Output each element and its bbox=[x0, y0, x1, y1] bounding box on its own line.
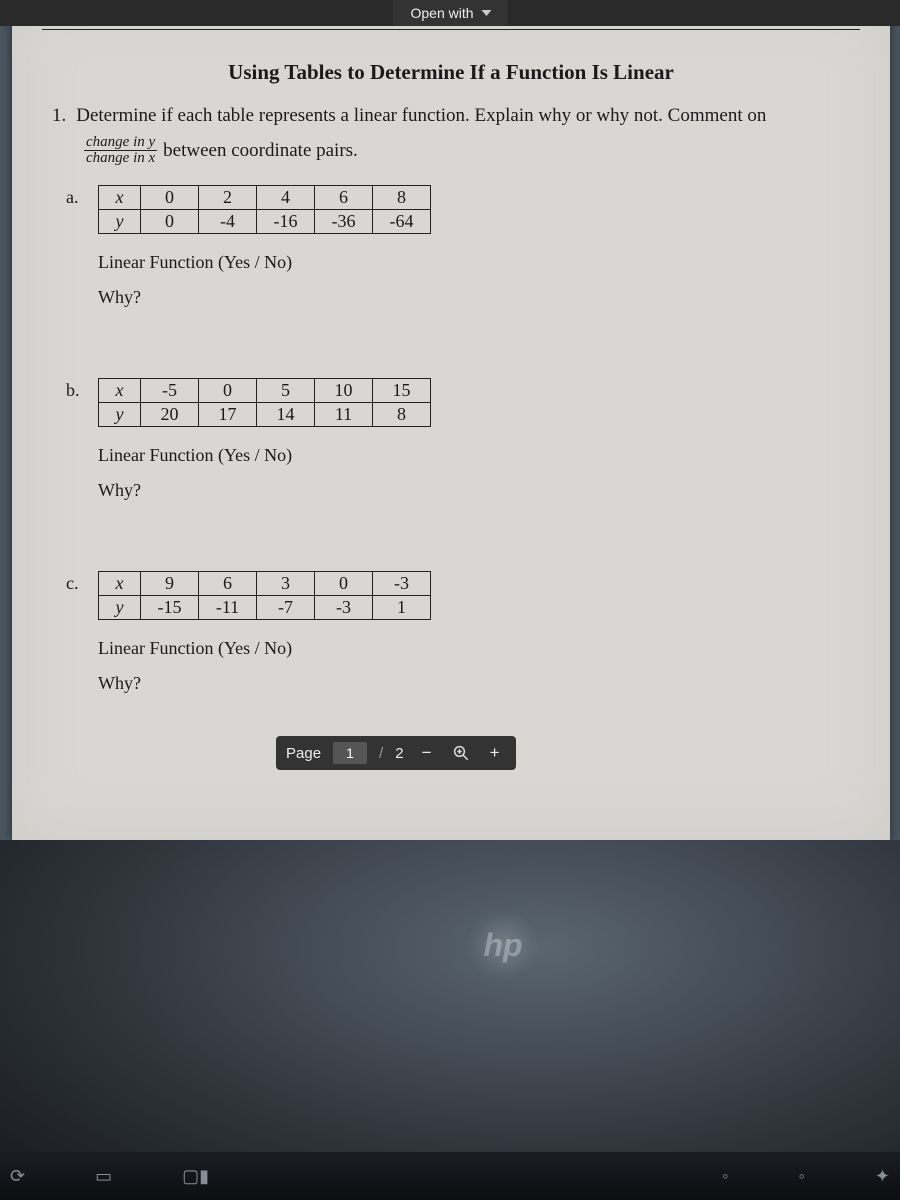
linear-function-prompt: Linear Function (Yes / No) bbox=[98, 638, 860, 659]
why-prompt: Why? bbox=[98, 287, 860, 308]
fraction-rest-text: between coordinate pairs. bbox=[163, 140, 358, 162]
refresh-icon[interactable]: ⟳ bbox=[10, 1166, 25, 1187]
tray-icon[interactable]: ◦ bbox=[799, 1166, 805, 1187]
zoom-reset-button[interactable] bbox=[450, 744, 472, 762]
tray-icon[interactable]: ✦ bbox=[875, 1166, 890, 1187]
problem-b: b. x -5 0 5 10 15 y 20 17 14 11 8 bbox=[98, 378, 860, 501]
fraction: change in y change in x bbox=[84, 135, 157, 168]
problem-a: a. x 0 2 4 6 8 y 0 -4 -16 -36 -64 bbox=[98, 185, 860, 308]
table-a: x 0 2 4 6 8 y 0 -4 -16 -36 -64 bbox=[98, 185, 431, 234]
table-row: x 0 2 4 6 8 bbox=[99, 186, 431, 210]
desk-background: hp ⟳ ▭ ▢▮ ◦ ◦ ✦ bbox=[0, 840, 900, 1200]
page-word: Page bbox=[286, 745, 321, 762]
problem-label: c. bbox=[66, 573, 79, 594]
document-page: Name: Date: Page 1 of 2 Using Tables to … bbox=[12, 0, 890, 840]
why-prompt: Why? bbox=[98, 480, 860, 501]
page-number-input[interactable] bbox=[333, 742, 367, 764]
problem-label: b. bbox=[66, 380, 80, 401]
problems-container: a. x 0 2 4 6 8 y 0 -4 -16 -36 -64 bbox=[98, 185, 860, 694]
tray-icon[interactable]: ◦ bbox=[722, 1166, 728, 1187]
chevron-down-icon bbox=[482, 10, 492, 16]
taskbar[interactable]: ⟳ ▭ ▢▮ ◦ ◦ ✦ bbox=[0, 1152, 900, 1200]
open-with-dropdown[interactable]: Open with bbox=[392, 0, 507, 26]
magnifier-icon bbox=[452, 744, 470, 762]
task-view-icon[interactable]: ▭ bbox=[95, 1166, 112, 1187]
table-row: x -5 0 5 10 15 bbox=[99, 379, 431, 403]
table-row: y 0 -4 -16 -36 -64 bbox=[99, 210, 431, 234]
table-row: x 9 6 3 0 -3 bbox=[99, 572, 431, 596]
problem-c: c. x 9 6 3 0 -3 y -15 -11 -7 -3 1 bbox=[98, 571, 860, 694]
page-separator: / bbox=[379, 745, 383, 762]
page-title: Using Tables to Determine If a Function … bbox=[42, 60, 860, 85]
table-c: x 9 6 3 0 -3 y -15 -11 -7 -3 1 bbox=[98, 571, 431, 620]
linear-function-prompt: Linear Function (Yes / No) bbox=[98, 252, 860, 273]
fraction-line: change in y change in x between coordina… bbox=[84, 135, 860, 168]
zoom-in-button[interactable]: + bbox=[484, 743, 506, 763]
question-number: 1. bbox=[52, 105, 66, 126]
why-prompt: Why? bbox=[98, 673, 860, 694]
table-b: x -5 0 5 10 15 y 20 17 14 11 8 bbox=[98, 378, 431, 427]
problem-label: a. bbox=[66, 187, 79, 208]
open-with-label: Open with bbox=[410, 5, 473, 21]
table-row: y 20 17 14 11 8 bbox=[99, 403, 431, 427]
fraction-denominator: change in x bbox=[84, 151, 157, 167]
question-text: Determine if each table represents a lin… bbox=[76, 105, 766, 126]
hp-logo: hp bbox=[468, 910, 538, 980]
linear-function-prompt: Linear Function (Yes / No) bbox=[98, 445, 860, 466]
pdf-page-toolbar: Page / 2 − + bbox=[276, 736, 516, 770]
question-1: 1. Determine if each table represents a l… bbox=[52, 103, 860, 129]
page-total: 2 bbox=[395, 745, 403, 762]
fraction-numerator: change in y bbox=[84, 135, 157, 152]
table-row: y -15 -11 -7 -3 1 bbox=[99, 596, 431, 620]
zoom-out-button[interactable]: − bbox=[416, 743, 438, 763]
app-icon[interactable]: ▢▮ bbox=[182, 1166, 209, 1187]
